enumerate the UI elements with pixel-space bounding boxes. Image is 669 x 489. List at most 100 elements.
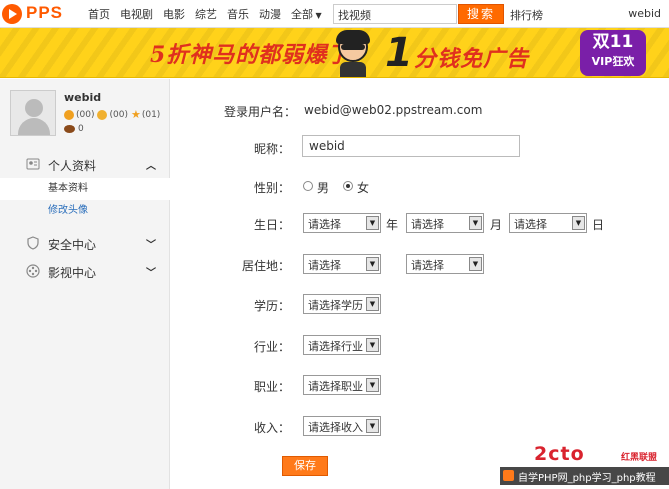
sidebar-item-change-avatar[interactable]: 修改头像: [0, 200, 170, 222]
save-button[interactable]: 保存: [282, 456, 328, 476]
dropdown-arrow-icon: ▼: [366, 378, 379, 392]
gender-male-radio[interactable]: [303, 181, 313, 191]
logo-text: PPS: [26, 3, 64, 22]
sidebar: webid (00) (00) ★ (01) 0 个人资料 ︿ 基本资料 修改头…: [0, 79, 170, 489]
occupation-select[interactable]: 请选择职业 ▼: [303, 375, 381, 395]
dropdown-arrow-icon: ▼: [366, 419, 379, 433]
residence-city-value: 请选择: [411, 259, 444, 272]
nav-music[interactable]: 音乐: [227, 6, 249, 22]
nav-tv-series[interactable]: 电视剧: [120, 6, 153, 22]
birthday-month-select[interactable]: 请选择 ▼: [406, 213, 484, 233]
stat-moon-value: (00): [109, 109, 128, 120]
avatar[interactable]: [10, 90, 56, 136]
coin-balance: 0: [64, 124, 84, 134]
watermark-logo: 2cto: [534, 443, 585, 465]
dropdown-arrow-icon: ▼: [366, 257, 379, 271]
vip-badge-subtitle: VIP狂欢: [591, 55, 635, 68]
residence-label: 居住地：: [241, 259, 290, 273]
stat-star: ★ (01): [131, 108, 160, 121]
pps-logo[interactable]: PPS: [2, 3, 76, 25]
coin-icon: [64, 125, 75, 133]
smile-icon: [64, 109, 74, 120]
dropdown-arrow-icon: ▼: [469, 257, 482, 271]
login-username-label: 登录用户名：: [223, 105, 296, 119]
birthday-day-value: 请选择: [514, 218, 547, 231]
nickname-label: 昵称：: [253, 142, 290, 156]
watermark-logo-small: 红黑联盟: [621, 453, 658, 463]
nav-movies[interactable]: 电影: [163, 6, 185, 22]
user-menu-link[interactable]: webid: [628, 7, 661, 20]
birthday-month-unit: 月: [490, 218, 503, 232]
income-value: 请选择收入: [308, 421, 363, 434]
birthday-year-unit: 年: [386, 218, 399, 232]
chevron-down-icon: ﹀: [146, 240, 156, 251]
education-value: 请选择学历: [308, 299, 363, 312]
residence-city-select[interactable]: 请选择 ▼: [406, 254, 484, 274]
nav-all-dropdown[interactable]: 全部: [291, 6, 322, 22]
education-label: 学历：: [253, 299, 290, 313]
vip-badge: 双11 VIP狂欢: [580, 30, 646, 76]
nav-variety[interactable]: 综艺: [195, 6, 217, 22]
star-icon: ★: [130, 108, 141, 121]
dropdown-arrow-icon: ▼: [469, 216, 482, 230]
login-username-value: webid@web02.ppstream.com: [304, 103, 483, 117]
sidebar-section-security[interactable]: 安全中心 ﹀: [0, 230, 170, 256]
shield-icon: [27, 236, 39, 250]
gender-male-label: 男: [317, 181, 330, 195]
search-input[interactable]: 找视频: [333, 4, 457, 24]
watermark-icon: [503, 470, 514, 481]
sidebar-username: webid: [64, 91, 102, 104]
occupation-value: 请选择职业: [308, 380, 363, 393]
moon-icon: [97, 109, 108, 120]
residence-province-select[interactable]: 请选择 ▼: [303, 254, 381, 274]
dropdown-arrow-icon: ▼: [366, 216, 379, 230]
ranking-link[interactable]: 排行榜: [510, 7, 543, 23]
income-select[interactable]: 请选择收入 ▼: [303, 416, 381, 436]
banner-headline: 5折神马的都弱爆了: [150, 42, 351, 68]
gender-female-radio[interactable]: [343, 181, 353, 191]
sidebar-section-label: 个人资料: [48, 159, 97, 173]
film-reel-icon: [26, 264, 40, 278]
industry-value: 请选择行业: [308, 340, 363, 353]
chevron-down-icon: ﹀: [146, 268, 156, 279]
gender-label: 性别：: [253, 181, 290, 195]
chevron-up-icon: ︿: [146, 161, 156, 172]
main-nav: 首页 电视剧 电影 综艺 音乐 动漫 全部: [88, 0, 332, 28]
banner-big-number: 1: [385, 30, 413, 76]
birthday-year-value: 请选择: [308, 218, 341, 231]
sidebar-section-label: 影视中心: [48, 266, 97, 280]
dropdown-arrow-icon: ▼: [572, 216, 585, 230]
promo-banner[interactable]: 5折神马的都弱爆了 1 分钱免广告 双11 VIP狂欢: [0, 28, 669, 78]
occupation-label: 职业：: [253, 380, 290, 394]
gender-female-label: 女: [357, 181, 370, 195]
banner-offer-text: 分钱免广告: [414, 46, 530, 72]
nav-home[interactable]: 首页: [88, 6, 110, 22]
sidebar-section-profile[interactable]: 个人资料 ︿: [0, 151, 170, 177]
stat-smile-value: (00): [76, 109, 95, 120]
coin-count: 0: [78, 124, 84, 134]
sidebar-section-label: 安全中心: [48, 238, 97, 252]
user-stats: (00) (00) ★ (01): [64, 108, 163, 121]
nickname-field[interactable]: webid: [302, 135, 520, 157]
birthday-year-select[interactable]: 请选择 ▼: [303, 213, 381, 233]
birthday-day-unit: 日: [592, 218, 605, 232]
stat-smile: (00): [64, 109, 95, 120]
birthday-month-value: 请选择: [411, 218, 444, 231]
education-select[interactable]: 请选择学历 ▼: [303, 294, 381, 314]
profile-icon: [26, 158, 40, 170]
dropdown-arrow-icon: ▼: [366, 297, 379, 311]
vip-badge-title: 双11: [592, 32, 634, 52]
sidebar-item-basic-info[interactable]: 基本资料: [0, 178, 170, 200]
watermark-text: 自学PHP网_php学习_php教程: [518, 473, 656, 484]
industry-label: 行业：: [253, 340, 290, 354]
income-label: 收入：: [253, 421, 290, 435]
sidebar-section-film[interactable]: 影视中心 ﹀: [0, 258, 170, 284]
search-button[interactable]: 搜索: [458, 4, 504, 24]
birthday-label: 生日：: [253, 218, 290, 232]
stat-star-value: (01): [141, 109, 161, 120]
play-icon: [2, 4, 22, 24]
industry-select[interactable]: 请选择行业 ▼: [303, 335, 381, 355]
birthday-day-select[interactable]: 请选择 ▼: [509, 213, 587, 233]
nav-anime[interactable]: 动漫: [259, 6, 281, 22]
stat-moon: (00): [97, 109, 128, 120]
